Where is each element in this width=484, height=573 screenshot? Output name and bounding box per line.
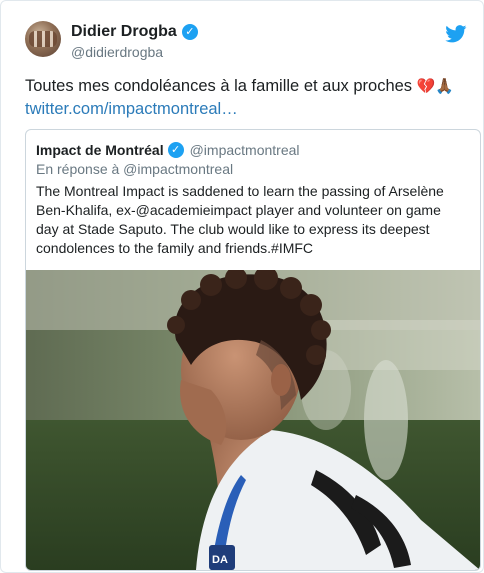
tweet-body: Toutes mes condoléances à la famille et …: [25, 75, 465, 121]
player-photo[interactable]: DA: [26, 270, 480, 570]
jersey-patch: DA: [212, 554, 228, 566]
quoted-tweet-header: Impact de Montréal ✓ @impactmontreal: [36, 142, 300, 158]
tweet-emojis: 💔🙏🏾: [416, 78, 455, 95]
author-handle[interactable]: @didierdrogba: [71, 44, 163, 60]
tweet-link[interactable]: twitter.com/impactmontreal…: [25, 98, 238, 121]
twitter-bird-icon[interactable]: [445, 25, 467, 43]
quoted-tweet[interactable]: Impact de Montréal ✓ @impactmontreal En …: [25, 129, 481, 571]
tweet-text: Toutes mes condoléances à la famille et …: [25, 77, 413, 95]
verified-badge-icon: ✓: [167, 142, 184, 158]
embedded-tweet-card: Didier Drogba ✓ @didierdrogba Toutes mes…: [0, 0, 484, 573]
quoted-author-handle[interactable]: @impactmontreal: [190, 142, 300, 158]
author-avatar[interactable]: [25, 21, 61, 57]
author-name[interactable]: Didier Drogba: [71, 23, 177, 41]
reply-to-line: En réponse à @impactmontreal: [36, 161, 234, 177]
tweet-header: Didier Drogba ✓ @didierdrogba: [25, 21, 467, 67]
verified-badge-icon: ✓: [181, 24, 198, 40]
quoted-tweet-text: The Montreal Impact is saddened to learn…: [36, 183, 444, 256]
quoted-author-name[interactable]: Impact de Montréal: [36, 142, 164, 158]
author-name-line[interactable]: Didier Drogba ✓: [71, 23, 198, 41]
